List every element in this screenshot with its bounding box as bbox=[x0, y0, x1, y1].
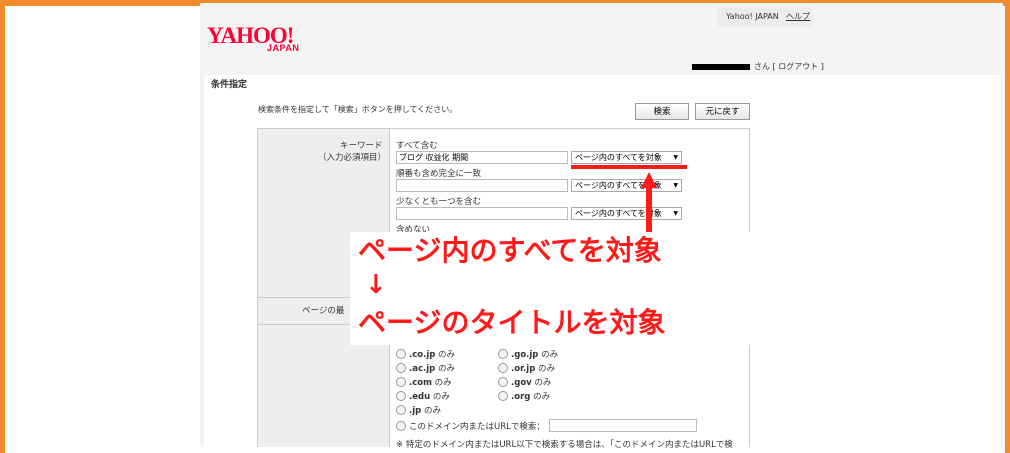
domain-option: .com のみ bbox=[409, 378, 452, 388]
top-links: Yahoo! JAPAN ヘルプ bbox=[718, 7, 813, 27]
all-words-scope-value: ページ内のすべてを対象 bbox=[575, 153, 662, 162]
instruction-text: 検索条件を指定して「検索」ボタンを押してください。 bbox=[258, 105, 458, 114]
logout-link[interactable]: [ ログアウト ] bbox=[773, 62, 824, 71]
domain-url-radio[interactable] bbox=[396, 421, 406, 431]
section-title: 条件指定 bbox=[211, 80, 248, 90]
domain-radio[interactable] bbox=[498, 391, 508, 401]
caret-down-icon: ▼ bbox=[673, 154, 678, 161]
all-words-input[interactable]: ブログ 収益化 期間 bbox=[396, 151, 568, 164]
annotation-line2: ページのタイトルを対象 bbox=[358, 306, 666, 339]
domain-url-input[interactable] bbox=[549, 419, 697, 432]
caret-down-icon: ▼ bbox=[673, 182, 678, 189]
annotation-down-arrow: ↓ bbox=[365, 270, 387, 300]
all-words-scope-select[interactable]: ページ内のすべてを対象 ▼ bbox=[571, 151, 682, 164]
domain-radio[interactable] bbox=[498, 363, 508, 373]
domain-search-label: このドメイン内またはURLで検索： bbox=[409, 422, 545, 432]
domain-radio[interactable] bbox=[498, 377, 508, 387]
caret-down-icon: ▼ bbox=[673, 210, 678, 217]
page-update-label: ページの最 bbox=[302, 306, 345, 316]
any-input[interactable] bbox=[396, 207, 568, 220]
domain-note: ※ 特定のドメイン内またはURL以下で検索する場合は、「このドメイン内またはUR… bbox=[396, 440, 733, 450]
domain-option: .go.jp のみ bbox=[511, 350, 559, 360]
domain-option: .gov のみ bbox=[511, 378, 552, 388]
yahoo-logo-sub: JAPAN bbox=[267, 43, 300, 53]
domain-radio[interactable] bbox=[396, 391, 406, 401]
yahoo-japan-link[interactable]: Yahoo! JAPAN bbox=[726, 7, 779, 27]
user-suffix: さん bbox=[754, 62, 770, 71]
domain-option: .ac.jp のみ bbox=[409, 364, 455, 374]
domain-radio[interactable] bbox=[396, 405, 406, 415]
domain-radio[interactable] bbox=[396, 363, 406, 373]
help-link[interactable]: ヘルプ bbox=[786, 7, 810, 27]
redacted-username bbox=[692, 63, 750, 70]
domain-radio[interactable] bbox=[498, 349, 508, 359]
keyword-required-label: （入力必須項目） bbox=[318, 153, 387, 163]
domain-option: .or.jp のみ bbox=[511, 364, 555, 374]
annotation-underline bbox=[571, 165, 687, 169]
back-button[interactable]: 元に戻す bbox=[695, 103, 750, 120]
annotation-line1: ページ内のすべてを対象 bbox=[358, 234, 662, 267]
all-words-label: すべて含む bbox=[396, 141, 438, 151]
any-scope-select[interactable]: ページ内のすべてを対象 ▼ bbox=[571, 207, 682, 220]
any-label: 少なくとも一つを含む bbox=[396, 197, 482, 207]
domain-option: .edu のみ bbox=[409, 392, 450, 402]
user-bar: さん [ ログアウト ] bbox=[692, 61, 824, 72]
keyword-label: キーワード bbox=[340, 141, 383, 151]
exact-scope-select[interactable]: ページ内のすべてを対象 ▼ bbox=[571, 179, 682, 192]
domain-radio[interactable] bbox=[396, 377, 406, 387]
domain-option: .org のみ bbox=[511, 392, 551, 402]
domain-option: .co.jp のみ bbox=[409, 350, 456, 360]
domain-option: .jp のみ bbox=[409, 406, 441, 416]
exact-label: 順番も含め完全に一致 bbox=[396, 169, 482, 179]
domain-radio[interactable] bbox=[396, 349, 406, 359]
exact-input[interactable] bbox=[396, 179, 568, 192]
search-button[interactable]: 検索 bbox=[635, 103, 689, 120]
